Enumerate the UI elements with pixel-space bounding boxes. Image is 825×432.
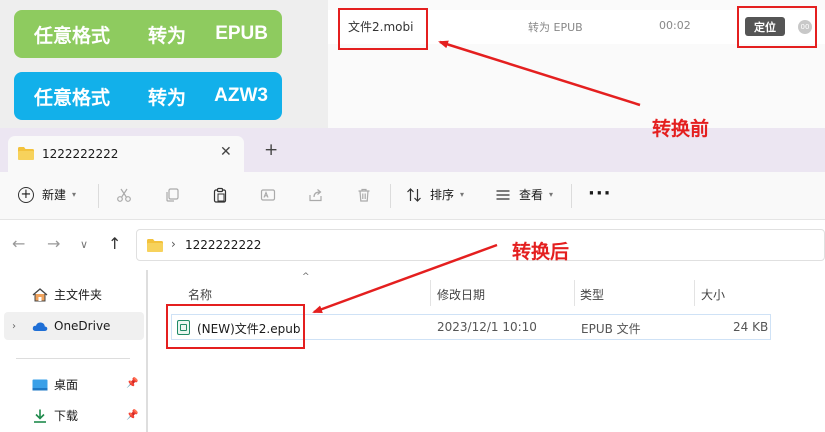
sidebar-item-label: 主文件夹 — [54, 288, 103, 302]
convert-format-label: AZW3 — [214, 85, 268, 106]
sidebar-item-label: 桌面 — [54, 378, 79, 392]
toolbar-divider — [390, 184, 391, 208]
back-arrow-icon[interactable]: ← — [12, 234, 25, 253]
cut-icon[interactable] — [114, 185, 134, 205]
annotation-before-label: 转换前 — [652, 118, 710, 140]
highlight-box-locate-button — [737, 6, 817, 48]
column-header-size[interactable]: 大小 — [701, 286, 725, 303]
command-bar: + 新建 ▾ 排序 ▾ 查看 ▾ ··· — [0, 172, 825, 220]
view-button[interactable]: 查看 ▾ — [495, 186, 553, 203]
convert-to-word: 转为 — [148, 87, 187, 109]
view-icon — [496, 189, 510, 200]
convert-format-label: EPUB — [215, 23, 268, 44]
more-options-icon[interactable]: ··· — [588, 183, 612, 204]
task-target-format: 转为 EPUB — [528, 21, 583, 34]
chevron-down-icon: ▾ — [72, 190, 77, 199]
toolbar-divider — [571, 184, 572, 208]
desktop-icon — [32, 379, 48, 390]
convert-to-epub-button[interactable]: 任意格式 转为 EPUB — [14, 10, 282, 58]
navigation-pane: 主文件夹 › OneDrive 桌面 📌 下载 📌 — [0, 270, 150, 432]
view-button-label: 查看 — [519, 188, 544, 202]
convert-to-word: 转为 — [148, 25, 187, 47]
new-button[interactable]: + 新建 ▾ — [18, 186, 76, 203]
navigation-pane-scrollbar[interactable] — [146, 270, 148, 432]
plus-icon: + — [18, 186, 34, 203]
column-header-type[interactable]: 类型 — [580, 286, 604, 303]
rename-icon[interactable] — [258, 185, 278, 205]
sidebar-item-label: 下载 — [54, 409, 79, 423]
close-icon[interactable]: ✕ — [220, 144, 232, 160]
column-header-date[interactable]: 修改日期 — [437, 286, 485, 303]
add-tab-icon[interactable]: + — [264, 142, 278, 159]
folder-icon — [147, 239, 163, 252]
tab-title: 1222222222 — [42, 147, 119, 161]
highlight-box-source-file — [338, 8, 428, 50]
sidebar-item-downloads[interactable]: 下载 — [32, 407, 78, 424]
toolbar-divider — [98, 184, 99, 208]
address-bar[interactable]: › 1222222222 — [136, 229, 825, 261]
sort-icon — [407, 187, 421, 202]
convert-from-label: 任意格式 — [34, 25, 111, 47]
folder-icon — [18, 147, 34, 160]
chevron-right-icon[interactable]: › — [12, 321, 16, 332]
sidebar-item-desktop[interactable]: 桌面 — [32, 376, 78, 393]
home-icon — [32, 287, 48, 301]
annotation-after-label: 转换后 — [512, 241, 570, 263]
chevron-down-icon: ▾ — [460, 190, 465, 199]
chevron-down-icon: ▾ — [549, 190, 554, 199]
recent-locations-icon[interactable]: ∨ — [80, 238, 88, 251]
cloud-icon — [32, 322, 48, 331]
sidebar-item-onedrive[interactable]: OneDrive — [32, 319, 110, 333]
sort-button[interactable]: 排序 ▾ — [406, 186, 464, 203]
file-explorer-window: 1222222222 ✕ + + 新建 ▾ 排序 ▾ 查看 ▾ ··· ← → … — [0, 128, 825, 432]
convert-to-azw3-button[interactable]: 任意格式 转为 AZW3 — [14, 72, 282, 120]
breadcrumb-path[interactable]: 1222222222 — [185, 238, 261, 252]
new-button-label: 新建 — [42, 188, 67, 202]
file-modified-date: 2023/12/1 10:10 — [437, 320, 537, 334]
sidebar-item-home[interactable]: 主文件夹 — [32, 286, 102, 303]
paste-icon[interactable] — [210, 185, 230, 205]
sidebar-divider — [16, 358, 130, 359]
sort-button-label: 排序 — [430, 188, 455, 202]
convert-from-label: 任意格式 — [34, 87, 111, 109]
column-divider[interactable] — [430, 280, 431, 306]
sort-ascending-icon: ^ — [302, 272, 310, 282]
highlight-box-output-file — [166, 304, 305, 349]
column-header-name[interactable]: 名称 — [188, 286, 212, 303]
breadcrumb-separator: › — [171, 237, 176, 251]
download-icon — [34, 409, 46, 423]
share-icon[interactable] — [306, 185, 326, 205]
explorer-tab[interactable]: 1222222222 ✕ — [8, 136, 244, 172]
address-row: ← → ∨ ↑ › 1222222222 — [0, 220, 825, 270]
forward-arrow-icon[interactable]: → — [47, 234, 60, 253]
pin-icon[interactable]: 📌 — [126, 378, 138, 389]
sidebar-item-label: OneDrive — [54, 319, 111, 333]
file-list: ^ 名称 修改日期 类型 大小 (NEW)文件2.epub 2023/12/1 … — [156, 270, 825, 432]
column-divider[interactable] — [574, 280, 575, 306]
task-elapsed-time: 00:02 — [659, 19, 691, 32]
column-divider[interactable] — [694, 280, 695, 306]
delete-icon[interactable] — [354, 185, 374, 205]
file-size: 24 KB — [733, 320, 769, 334]
copy-icon[interactable] — [162, 185, 182, 205]
file-type: EPUB 文件 — [581, 322, 641, 336]
pin-icon[interactable]: 📌 — [126, 410, 138, 421]
up-arrow-icon[interactable]: ↑ — [108, 234, 121, 253]
